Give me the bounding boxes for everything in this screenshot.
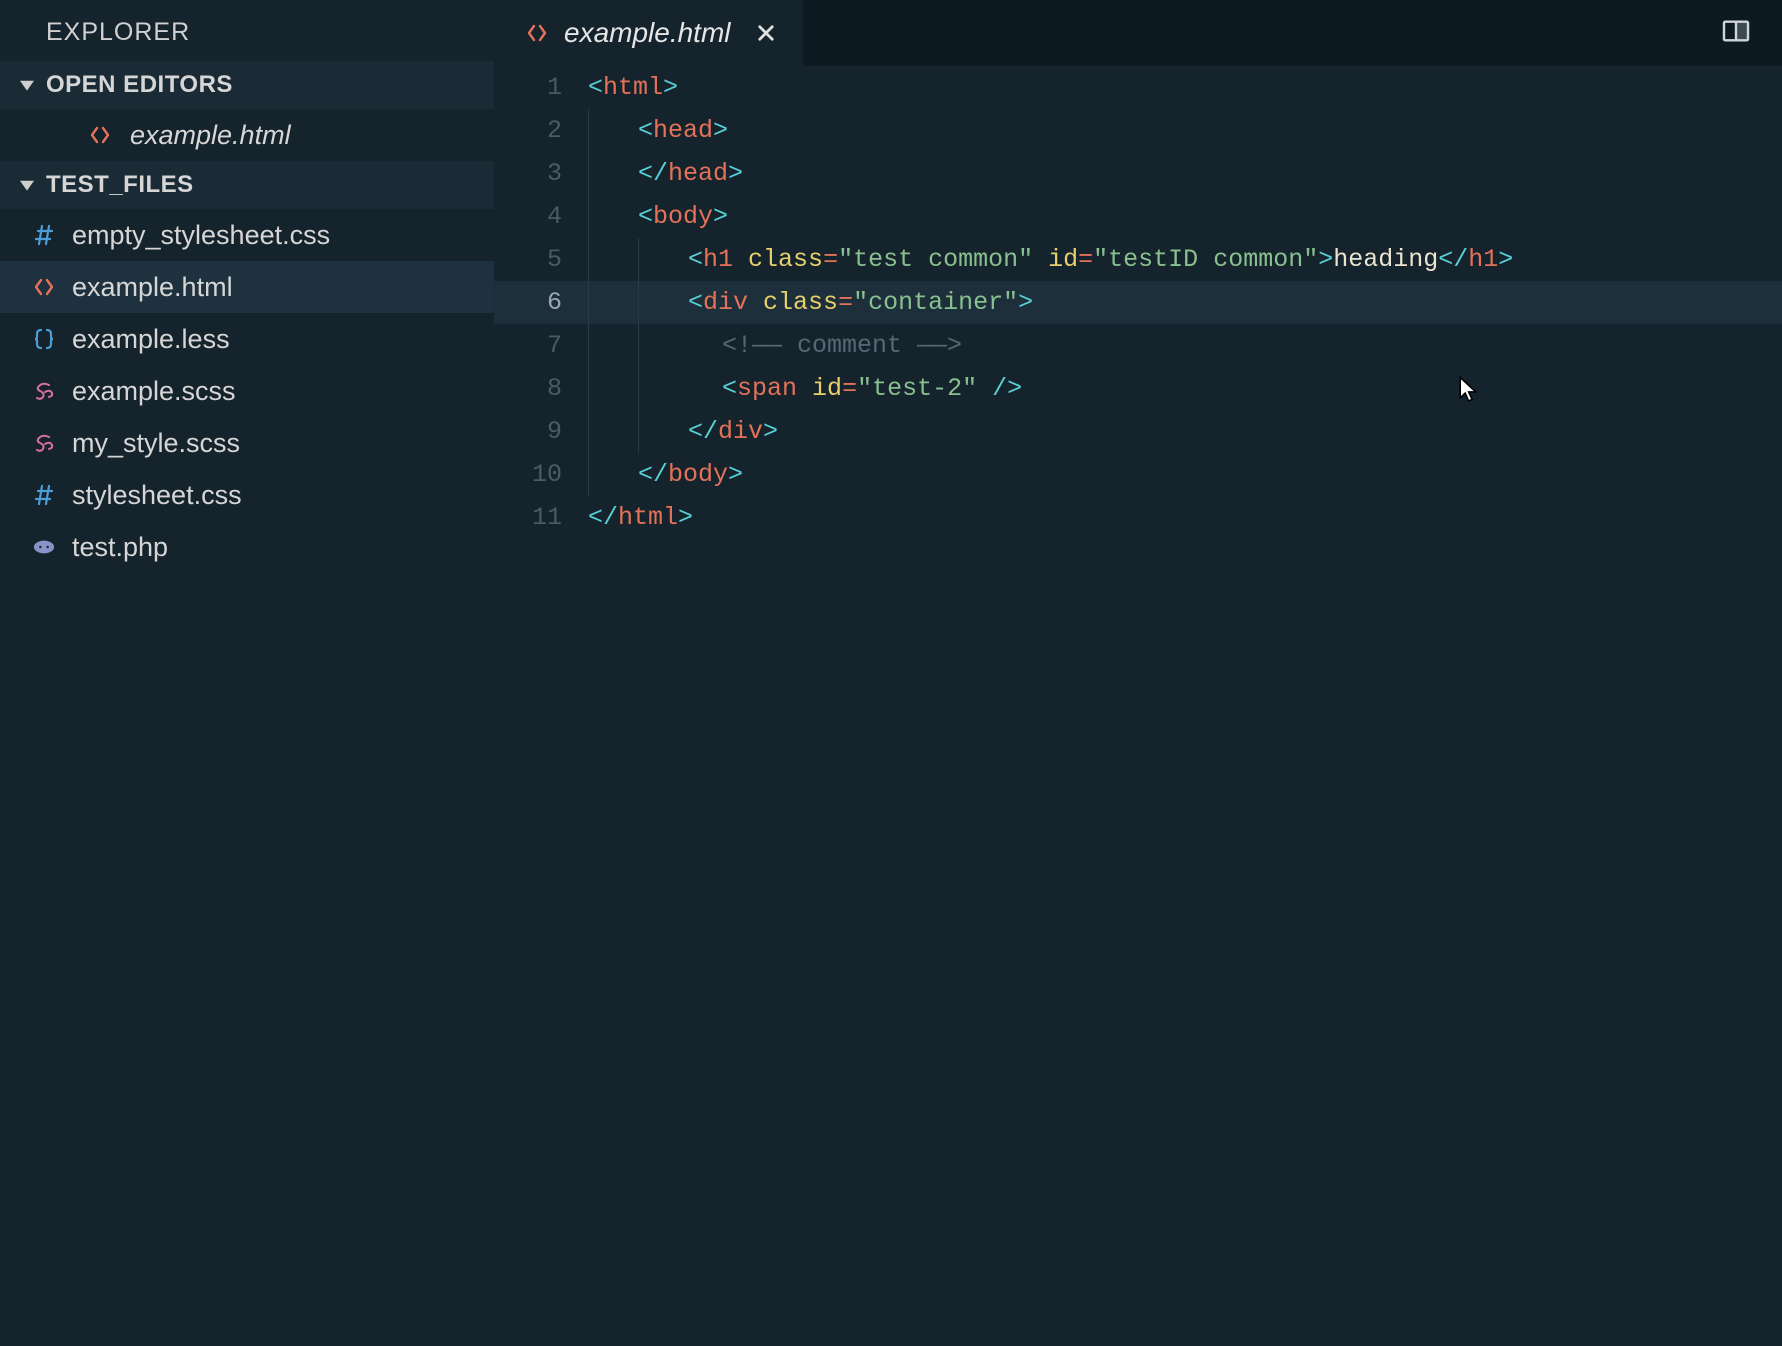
open-editors-header[interactable]: OPEN EDITORS	[0, 61, 494, 109]
code-editor[interactable]: 1<html>2<head>3</head>4<body>5<h1 class=…	[494, 66, 1782, 1346]
file-item[interactable]: test.php	[0, 521, 494, 573]
line-number: 6	[494, 288, 588, 317]
tab-example-html[interactable]: example.html	[494, 0, 803, 66]
file-label: example.less	[72, 324, 230, 355]
code-line[interactable]: 9</div>	[494, 410, 1782, 453]
hash-icon	[30, 483, 58, 507]
code-text: <h1 class="test common" id="testID commo…	[588, 238, 1513, 281]
tabbar-actions	[1720, 0, 1782, 66]
line-number: 1	[494, 73, 588, 102]
code-text: <body>	[588, 195, 728, 238]
file-item[interactable]: my_style.scss	[0, 417, 494, 469]
code-text: <span id="test-2" />	[588, 367, 1022, 410]
line-number: 7	[494, 331, 588, 360]
file-item[interactable]: empty_stylesheet.css	[0, 209, 494, 261]
chevron-down-icon	[18, 76, 36, 94]
file-label: example.scss	[72, 376, 236, 407]
html-icon	[86, 123, 114, 147]
line-number: 10	[494, 460, 588, 489]
code-line[interactable]: 4<body>	[494, 195, 1782, 238]
code-line[interactable]: 6<div class="container">	[494, 281, 1782, 324]
html-icon	[30, 275, 58, 299]
line-number: 8	[494, 374, 588, 403]
line-number: 3	[494, 159, 588, 188]
tab-bar: example.html	[494, 0, 1782, 66]
split-editor-icon[interactable]	[1720, 15, 1756, 51]
file-label: test.php	[72, 532, 168, 563]
file-item[interactable]: example.html	[0, 261, 494, 313]
code-text: <head>	[588, 109, 728, 152]
file-item[interactable]: example.scss	[0, 365, 494, 417]
code-text: </head>	[588, 152, 743, 195]
code-text: </html>	[588, 496, 693, 539]
close-icon[interactable]	[753, 20, 779, 46]
code-line[interactable]: 8<span id="test-2" />	[494, 367, 1782, 410]
line-number: 11	[494, 503, 588, 532]
php-icon	[30, 536, 58, 558]
explorer-sidebar: EXPLORER OPEN EDITORS example.html TEST_…	[0, 0, 494, 1346]
file-label: my_style.scss	[72, 428, 240, 459]
braces-icon	[30, 327, 58, 351]
code-text: <!—— comment ——>	[588, 324, 962, 367]
explorer-title: EXPLORER	[0, 0, 494, 61]
code-line[interactable]: 2<head>	[494, 109, 1782, 152]
line-number: 9	[494, 417, 588, 446]
file-item[interactable]: stylesheet.css	[0, 469, 494, 521]
file-item[interactable]: example.less	[0, 313, 494, 365]
open-editor-item[interactable]: example.html	[0, 109, 494, 161]
open-editors-list: example.html	[0, 109, 494, 161]
scss-icon	[30, 431, 58, 455]
open-editors-label: OPEN EDITORS	[46, 71, 233, 99]
code-line[interactable]: 11</html>	[494, 496, 1782, 539]
folder-file-list: empty_stylesheet.css example.html example.…	[0, 209, 494, 573]
folder-header[interactable]: TEST_FILES	[0, 161, 494, 209]
line-number: 5	[494, 245, 588, 274]
file-label: stylesheet.css	[72, 480, 242, 511]
code-text: <div class="container">	[588, 281, 1033, 324]
code-line[interactable]: 5<h1 class="test common" id="testID comm…	[494, 238, 1782, 281]
tabbar-spacer	[803, 0, 1720, 66]
file-label: example.html	[130, 120, 291, 151]
file-label: example.html	[72, 272, 233, 303]
line-number: 2	[494, 116, 588, 145]
tab-label: example.html	[564, 17, 731, 49]
hash-icon	[30, 223, 58, 247]
chevron-down-icon	[18, 176, 36, 194]
code-text: </div>	[588, 410, 778, 453]
folder-label: TEST_FILES	[46, 171, 194, 199]
code-line[interactable]: 10</body>	[494, 453, 1782, 496]
file-label: empty_stylesheet.css	[72, 220, 330, 251]
scss-icon	[30, 379, 58, 403]
code-line[interactable]: 1<html>	[494, 66, 1782, 109]
editor-area: example.html 1<html>2<head>3</head>4<bod…	[494, 0, 1782, 1346]
code-line[interactable]: 7<!—— comment ——>	[494, 324, 1782, 367]
code-text: <html>	[588, 66, 678, 109]
code-line[interactable]: 3</head>	[494, 152, 1782, 195]
html-icon	[524, 21, 550, 45]
code-text: </body>	[588, 453, 743, 496]
line-number: 4	[494, 202, 588, 231]
